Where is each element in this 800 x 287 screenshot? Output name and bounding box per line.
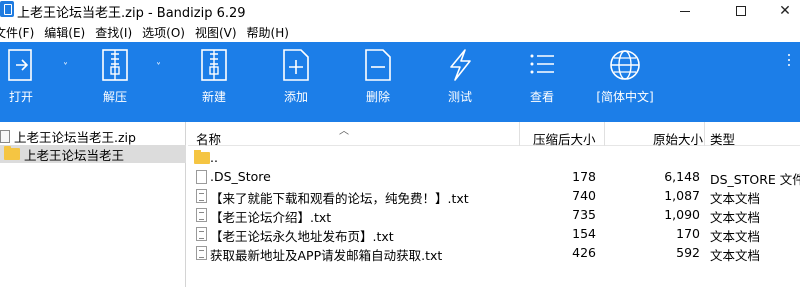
extract-icon [102, 49, 128, 81]
add-label: 添加 [283, 90, 308, 104]
file-row-parent-dir[interactable]: .. [188, 149, 800, 168]
new-archive-button[interactable]: 新建 [196, 48, 232, 120]
file-original-size: 6,148 [664, 169, 700, 184]
add-button[interactable]: 添加 [278, 48, 314, 120]
column-divider[interactable] [519, 122, 520, 146]
text-file-icon [196, 227, 207, 241]
language-label: [简体中文] [596, 90, 654, 104]
tree-item-folder[interactable]: 上老王论坛当老王 [0, 145, 186, 163]
close-button[interactable]: ✕ [762, 0, 800, 22]
file-packed-size: 426 [572, 245, 596, 260]
extract-button[interactable]: 解压 [97, 48, 133, 120]
open-label: 打开 [8, 90, 33, 104]
column-header-row: ︿ 名称 压缩后大小 原始大小 类型 [188, 122, 800, 148]
menu-find[interactable]: 查找(I) [95, 24, 138, 41]
language-button[interactable]: [简体中文] [595, 48, 655, 120]
folder-up-icon [194, 150, 210, 164]
lightning-icon [450, 49, 471, 81]
file-row[interactable]: .DS_Store 178 6,148 DS_STORE 文件 [188, 168, 800, 187]
file-icon [196, 170, 207, 184]
text-file-icon [196, 246, 207, 260]
file-name: 获取最新地址及APP请发邮箱自动获取.txt [210, 248, 443, 263]
file-original-size: 170 [676, 226, 700, 241]
column-divider[interactable] [604, 122, 605, 146]
extract-label: 解压 [102, 90, 127, 104]
file-packed-size: 178 [572, 169, 596, 184]
window-title: 上老王论坛当老王.zip - Bandizip 6.29 [17, 6, 246, 21]
file-list-pane: ︿ 名称 压缩后大小 原始大小 类型 .. .DS_Store 178 6,14… [188, 122, 800, 287]
tree-item-archive[interactable]: 上老王论坛当老王.zip [0, 127, 136, 145]
tree-item-archive-label: 上老王论坛当老王.zip [14, 129, 136, 145]
sort-ascending-icon: ︿ [339, 126, 349, 137]
file-original-size: 1,087 [664, 188, 700, 203]
file-row[interactable]: 【老王论坛永久地址发布页】.txt 154 170 文本文档 [188, 225, 800, 244]
minimize-icon [680, 10, 690, 12]
file-type: 文本文档 [710, 229, 761, 244]
file-packed-size: 735 [572, 207, 596, 222]
view-label: 查看 [529, 90, 554, 104]
text-file-icon [196, 189, 207, 203]
file-type: DS_STORE 文件 [710, 172, 800, 187]
toolbar: 打开 ˅ 解压 ˅ 新建 添加 删除 测试 查看 [简体中文] [0, 42, 800, 122]
open-dropdown-icon[interactable]: ˅ [63, 62, 68, 73]
extract-dropdown-icon[interactable]: ˅ [156, 62, 161, 73]
delete-icon [365, 49, 391, 81]
column-header-packed-size[interactable]: 压缩后大小 [533, 129, 596, 148]
column-header-type[interactable]: 类型 [710, 129, 735, 148]
menu-view[interactable]: 视图(V) [195, 24, 243, 41]
file-name: .. [210, 150, 218, 165]
file-type: 文本文档 [710, 248, 761, 263]
file-row[interactable]: 【老王论坛介绍】.txt 735 1,090 文本文档 [188, 206, 800, 225]
new-archive-label: 新建 [201, 90, 226, 104]
file-type: 文本文档 [710, 210, 761, 225]
bandizip-app-icon [0, 1, 14, 17]
file-name: 【来了就能下载和观看的论坛，纯免费！】.txt [210, 191, 469, 206]
file-name: .DS_Store [210, 169, 271, 184]
column-divider[interactable] [704, 122, 705, 146]
column-header-original-size[interactable]: 原始大小 [653, 129, 703, 148]
menu-edit[interactable]: 编辑(E) [44, 24, 91, 41]
text-file-icon [196, 208, 207, 222]
new-archive-icon [201, 49, 227, 81]
file-original-size: 1,090 [664, 207, 700, 222]
delete-label: 删除 [365, 90, 390, 104]
file-row[interactable]: 【来了就能下载和观看的论坛，纯免费！】.txt 740 1,087 文本文档 [188, 187, 800, 206]
menu-bar: 文件(F) 编辑(E) 查找(I) 选项(O) 视图(V) 帮助(H) [0, 22, 800, 42]
open-icon [8, 49, 32, 81]
file-row[interactable]: 获取最新地址及APP请发邮箱自动获取.txt 426 592 文本文档 [188, 244, 800, 263]
file-original-size: 592 [676, 245, 700, 260]
view-button[interactable]: 查看 [524, 48, 560, 120]
globe-icon [610, 50, 640, 80]
file-name: 【老王论坛介绍】.txt [210, 210, 332, 225]
list-view-icon [530, 54, 554, 74]
folder-icon [4, 146, 20, 160]
menu-help[interactable]: 帮助(H) [247, 24, 295, 41]
more-menu-icon[interactable] [782, 54, 796, 69]
archive-icon [0, 129, 10, 143]
maximize-icon [736, 6, 746, 16]
title-bar: 上老王论坛当老王.zip - Bandizip 6.29 ✕ [0, 0, 800, 22]
minimize-button[interactable] [662, 0, 708, 22]
column-header-name[interactable]: 名称 [196, 129, 221, 148]
add-icon [283, 49, 309, 81]
test-button[interactable]: 测试 [442, 48, 478, 120]
menu-options[interactable]: 选项(O) [142, 24, 191, 41]
folder-tree-pane: 上老王论坛当老王.zip 上老王论坛当老王 [0, 122, 186, 287]
file-name: 【老王论坛永久地址发布页】.txt [210, 229, 394, 244]
file-type: 文本文档 [710, 191, 761, 206]
file-packed-size: 154 [572, 226, 596, 241]
close-icon: ✕ [779, 3, 791, 19]
file-packed-size: 740 [572, 188, 596, 203]
maximize-button[interactable] [718, 0, 764, 22]
open-button[interactable]: 打开 [3, 48, 39, 120]
test-label: 测试 [447, 90, 472, 104]
delete-button[interactable]: 删除 [360, 48, 396, 120]
tree-item-folder-label: 上老王论坛当老王 [24, 147, 125, 163]
menu-file[interactable]: 文件(F) [0, 24, 40, 41]
